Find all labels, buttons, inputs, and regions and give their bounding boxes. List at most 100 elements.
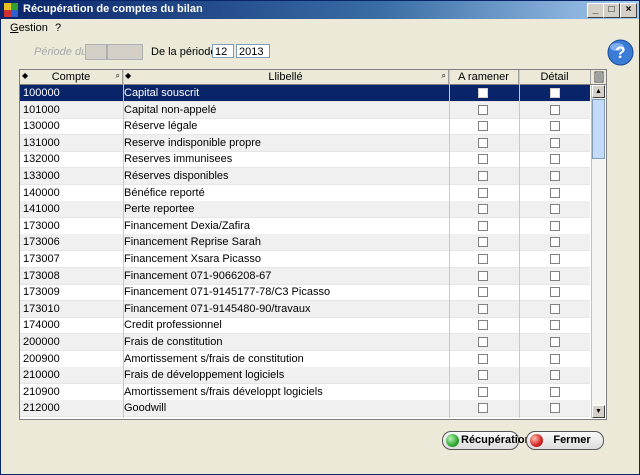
- maximize-button[interactable]: □: [603, 3, 620, 18]
- table-body: 100000 Capital souscrit 101000 Capital non-…: [20, 85, 590, 418]
- detail-checkbox[interactable]: [550, 320, 560, 331]
- table-row[interactable]: 212000 Goodwill: [20, 400, 590, 418]
- table-row[interactable]: 210000 Frais de développement logiciels: [20, 367, 590, 385]
- sort-icon: ◆: [22, 71, 29, 80]
- a-ramener-checkbox[interactable]: [478, 254, 488, 264]
- detail-checkbox[interactable]: [550, 303, 560, 314]
- period-year-field[interactable]: 2013: [236, 44, 270, 58]
- account-label: Bénéfice reporté: [124, 186, 205, 199]
- account-label: Réserve légale: [124, 120, 198, 133]
- table-row[interactable]: 141000 Perte reportee: [20, 201, 590, 219]
- a-ramener-checkbox[interactable]: [478, 154, 488, 165]
- a-ramener-checkbox[interactable]: [478, 187, 488, 198]
- a-ramener-checkbox[interactable]: [478, 104, 488, 115]
- minimize-button[interactable]: _: [587, 3, 604, 18]
- a-ramener-checkbox[interactable]: [478, 370, 488, 381]
- table-row[interactable]: 173007 Financement Xsara Picasso: [20, 251, 590, 268]
- period-from-year-field: [107, 44, 143, 60]
- close-button[interactable]: Fermer: [526, 431, 604, 450]
- period-to-label: De la période: [151, 46, 217, 58]
- menu-help[interactable]: ?: [55, 22, 61, 34]
- table-row[interactable]: 174000 Credit professionnel: [20, 317, 590, 335]
- table-row[interactable]: 101000 Capital non-appelé: [20, 101, 590, 119]
- col-header-compte[interactable]: ◆ Compte ⌕: [20, 70, 123, 84]
- table-row[interactable]: 130000 Réserve légale: [20, 118, 590, 136]
- vertical-scrollbar[interactable]: ▲ ▼: [591, 85, 605, 418]
- detail-checkbox[interactable]: [550, 171, 560, 181]
- period-month-field[interactable]: 12: [212, 44, 234, 58]
- a-ramener-checkbox[interactable]: [478, 137, 488, 148]
- table-row[interactable]: 210900 Amortissement s/frais développt lo…: [20, 384, 590, 401]
- scroll-thumb[interactable]: [592, 99, 605, 159]
- close-window-button[interactable]: ×: [620, 3, 637, 18]
- table-row[interactable]: 173000 Financement Dexia/Zafira: [20, 218, 590, 235]
- table-row[interactable]: 173008 Financement 071-9066208-67: [20, 267, 590, 285]
- account-label: Financement Reprise Sarah: [124, 236, 261, 249]
- a-ramener-checkbox[interactable]: [478, 171, 488, 181]
- account-code: 173006: [23, 236, 60, 249]
- table-row[interactable]: 100000 Capital souscrit: [20, 85, 590, 102]
- col-header-detail[interactable]: Détail: [519, 70, 591, 84]
- table-row[interactable]: 140000 Bénéfice reporté: [20, 185, 590, 202]
- table-row[interactable]: 133000 Réserves disponibles: [20, 168, 590, 185]
- a-ramener-checkbox[interactable]: [478, 220, 488, 231]
- detail-checkbox[interactable]: [550, 104, 560, 115]
- scroll-down-button[interactable]: ▼: [592, 405, 605, 418]
- a-ramener-checkbox[interactable]: [478, 386, 488, 397]
- a-ramener-checkbox[interactable]: [478, 303, 488, 314]
- detail-checkbox[interactable]: [550, 270, 560, 281]
- account-code: 212000: [23, 402, 60, 415]
- account-label: Goodwill: [124, 402, 167, 415]
- detail-checkbox[interactable]: [550, 254, 560, 264]
- detail-checkbox[interactable]: [550, 370, 560, 381]
- account-label: Capital souscrit: [124, 87, 200, 99]
- detail-checkbox[interactable]: [550, 403, 560, 414]
- detail-checkbox[interactable]: [550, 204, 560, 215]
- help-icon[interactable]: ?: [607, 39, 634, 66]
- column-chooser-icon[interactable]: [594, 71, 604, 83]
- table-row[interactable]: 132000 Reserves immunisees: [20, 151, 590, 169]
- detail-checkbox[interactable]: [550, 88, 560, 98]
- detail-checkbox[interactable]: [550, 187, 560, 198]
- col-header-libelle[interactable]: ◆ Llibellé ⌕: [123, 70, 449, 84]
- a-ramener-checkbox[interactable]: [478, 287, 488, 298]
- a-ramener-checkbox[interactable]: [478, 88, 488, 98]
- app-icon: [4, 3, 18, 17]
- table-row[interactable]: 173010 Financement 071-9145480-90/travaux: [20, 300, 590, 318]
- detail-checkbox[interactable]: [550, 121, 560, 132]
- menu-bar: Gestion ?: [1, 20, 639, 36]
- detail-checkbox[interactable]: [550, 237, 560, 248]
- detail-checkbox[interactable]: [550, 220, 560, 231]
- detail-checkbox[interactable]: [550, 337, 560, 347]
- detail-checkbox[interactable]: [550, 154, 560, 165]
- svg-text:?: ?: [615, 43, 625, 62]
- detail-checkbox[interactable]: [550, 386, 560, 397]
- scroll-up-button[interactable]: ▲: [592, 85, 605, 98]
- a-ramener-checkbox[interactable]: [478, 204, 488, 215]
- account-code: 210900: [23, 385, 60, 398]
- a-ramener-checkbox[interactable]: [478, 403, 488, 414]
- table-row[interactable]: 131000 Reserve indisponible propre: [20, 134, 590, 152]
- table-row[interactable]: 200900 Amortissement s/frais de constitut…: [20, 351, 590, 368]
- a-ramener-checkbox[interactable]: [478, 353, 488, 364]
- account-label: Réserves disponibles: [124, 170, 229, 182]
- account-code: 131000: [23, 136, 60, 149]
- account-code: 173009: [23, 286, 60, 299]
- col-header-a-ramener[interactable]: A ramener: [449, 70, 519, 84]
- account-code: 133000: [23, 170, 60, 182]
- table-row[interactable]: 173009 Financement 071-9145177-78/C3 Pica…: [20, 284, 590, 302]
- table-row[interactable]: 200000 Frais de constitution: [20, 334, 590, 351]
- detail-checkbox[interactable]: [550, 353, 560, 364]
- table-row[interactable]: 173006 Financement Reprise Sarah: [20, 234, 590, 252]
- a-ramener-checkbox[interactable]: [478, 337, 488, 347]
- menu-gestion[interactable]: Gestion: [10, 22, 48, 34]
- recover-button[interactable]: Récupération: [442, 431, 531, 450]
- detail-checkbox[interactable]: [550, 287, 560, 298]
- detail-checkbox[interactable]: [550, 137, 560, 148]
- a-ramener-checkbox[interactable]: [478, 237, 488, 248]
- title-bar[interactable]: Récupération de comptes du bilan _ □ ×: [1, 1, 639, 19]
- a-ramener-checkbox[interactable]: [478, 121, 488, 132]
- a-ramener-checkbox[interactable]: [478, 320, 488, 331]
- account-code: 174000: [23, 319, 60, 332]
- a-ramener-checkbox[interactable]: [478, 270, 488, 281]
